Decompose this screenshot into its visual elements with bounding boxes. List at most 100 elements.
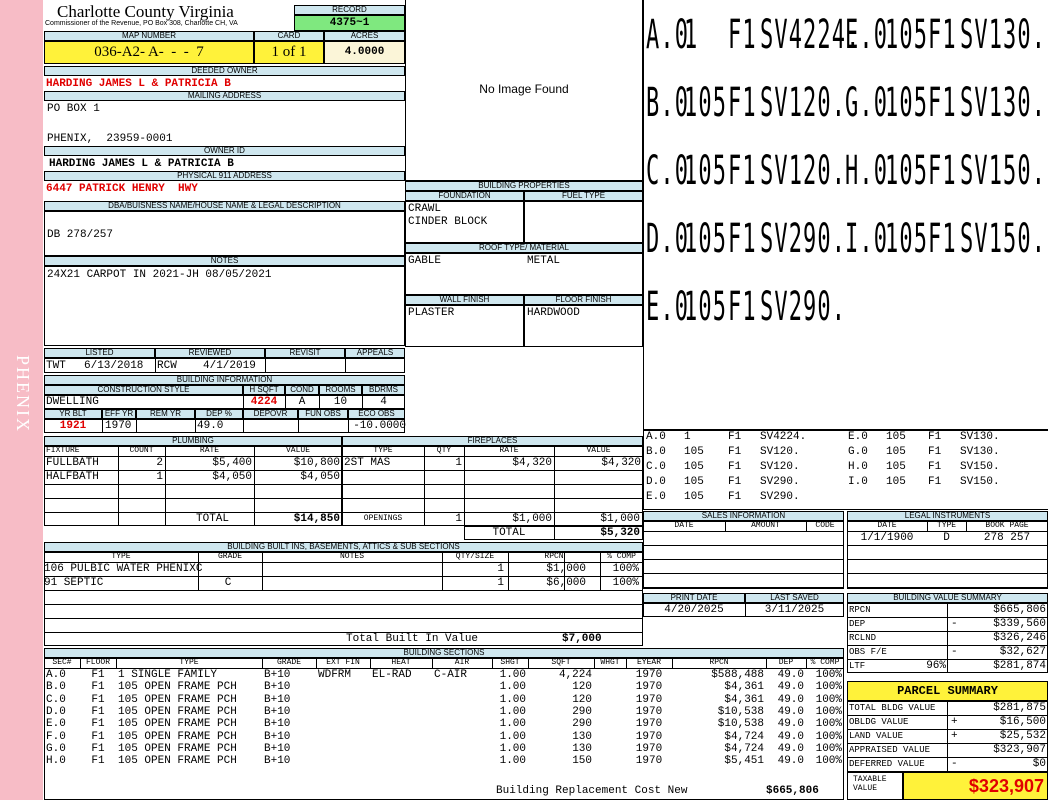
section-cell: 49.0 bbox=[777, 718, 804, 731]
building-sections-label: BUILDING SECTIONS bbox=[44, 648, 844, 658]
section-cell: $5,451 bbox=[724, 755, 764, 768]
plumbing-total: $14,850 bbox=[293, 513, 340, 525]
listed-date: 6/13/2018 bbox=[84, 360, 144, 372]
builtins-cell: 1 bbox=[497, 563, 504, 575]
builtins-label: BUILDING BUILT INS, BASEMENTS, ATTICS & … bbox=[44, 542, 643, 552]
reviewed-by: RCW bbox=[157, 360, 177, 372]
section-cell: 1.00 bbox=[499, 693, 526, 706]
section-cell: $588,488 bbox=[711, 669, 764, 681]
taxable-value: $323,907 bbox=[903, 772, 1048, 800]
sketch-label: SV290. bbox=[760, 284, 847, 330]
openings-qty: 1 bbox=[455, 513, 462, 525]
legal-cell: D bbox=[943, 532, 950, 544]
section-header: WHGT bbox=[600, 658, 620, 667]
section-cell: 1970 bbox=[635, 705, 663, 718]
bvs-label: RCLND bbox=[849, 633, 877, 643]
bvs-value: $339,560 bbox=[993, 618, 1046, 630]
sketch-label: G.0 bbox=[845, 80, 889, 126]
roof-material: METAL bbox=[527, 255, 561, 267]
plumbing-label: PLUMBING bbox=[44, 436, 342, 446]
reviewed-date: 4/1/2019 bbox=[203, 360, 256, 372]
fireplace-cell: 2ST MAS bbox=[344, 457, 391, 469]
section-cell: 1970 bbox=[635, 742, 663, 755]
sketch-legend-item: H.0 bbox=[848, 461, 868, 473]
sketch-legend-item: I.0 bbox=[848, 476, 868, 488]
section-header: FLOOR bbox=[85, 658, 110, 667]
listed-by: TWT bbox=[46, 360, 66, 372]
section-cell: 130 bbox=[572, 742, 592, 755]
section-cell: 100% bbox=[815, 681, 842, 694]
notes-label: NOTES bbox=[44, 256, 405, 266]
effective-year: 1970 bbox=[105, 420, 132, 432]
sales-header: DATE bbox=[674, 521, 694, 530]
section-cell: B.0 bbox=[46, 681, 66, 694]
rooms-label: ROOMS bbox=[319, 385, 362, 395]
section-header: EYEAR bbox=[636, 658, 661, 667]
section-cell: $4,361 bbox=[724, 681, 764, 694]
section-cell: C.0 bbox=[46, 693, 66, 706]
section-cell: D.0 bbox=[46, 705, 66, 718]
plumbing-cell: HALFBATH bbox=[46, 471, 99, 483]
floor-finish: HARDWOOD bbox=[527, 307, 580, 319]
parcel-value: $323,907 bbox=[993, 744, 1046, 756]
funobs-label: FUN OBS bbox=[298, 409, 348, 419]
section-cell: 1.00 bbox=[499, 755, 526, 768]
section-cell: 105 OPEN FRAME PCH bbox=[118, 681, 237, 694]
sketch-label: 105 bbox=[684, 284, 728, 330]
hsqft: 4224 bbox=[250, 396, 278, 408]
sketch-label: 105 bbox=[684, 80, 728, 126]
section-cell: F1 bbox=[91, 742, 105, 755]
plumbing-cell: $10,800 bbox=[293, 457, 340, 469]
remyr-label: REM YR bbox=[136, 409, 195, 419]
section-cell: 105 OPEN FRAME PCH bbox=[118, 742, 237, 755]
print-date-label: PRINT DATE bbox=[643, 593, 745, 603]
physical-address-label: PHYSICAL 911 ADDRESS bbox=[44, 171, 405, 181]
sketch-legend-item: 105 bbox=[886, 476, 906, 488]
card-label: CARD bbox=[254, 31, 324, 41]
sketch-legend-item: SV4224. bbox=[760, 431, 807, 443]
floor-finish-label: FLOOR FINISH bbox=[524, 295, 643, 305]
sketch-legend-item: G.0 bbox=[848, 446, 868, 458]
section-cell: B+10 bbox=[264, 755, 291, 768]
bvs-label: DEP bbox=[849, 619, 866, 629]
county-title: Charlotte County Virginia bbox=[57, 2, 234, 21]
cond: A bbox=[298, 396, 306, 408]
fireplace-header: TYPE bbox=[373, 446, 393, 455]
builtins-total-label: Total Built In Value bbox=[346, 633, 479, 645]
rooms: 10 bbox=[333, 396, 348, 408]
section-cell: 1.00 bbox=[499, 742, 526, 755]
section-cell: F1 bbox=[91, 705, 105, 718]
plumbing-cell: $4,050 bbox=[212, 471, 252, 483]
section-cell: 1970 bbox=[635, 730, 663, 743]
sketch-label: H.0 bbox=[845, 148, 889, 194]
section-cell: 120 bbox=[572, 693, 592, 706]
sales-header: CODE bbox=[815, 521, 835, 530]
openings-label: OPENINGS bbox=[363, 514, 403, 523]
fireplace-header: VALUE bbox=[586, 446, 611, 455]
section-cell: 49.0 bbox=[777, 669, 804, 681]
section-header: % COMP bbox=[810, 658, 840, 667]
legal-header: DATE bbox=[877, 521, 897, 530]
cond-label: COND bbox=[285, 385, 319, 395]
sketch-label: 105 bbox=[684, 148, 728, 194]
sketch-legend-item: F1 bbox=[728, 476, 742, 488]
sections-total-label: Building Replacement Cost New bbox=[496, 785, 688, 797]
section-cell: $4,724 bbox=[724, 730, 764, 743]
bvs-value: $665,806 bbox=[993, 604, 1046, 616]
sketch-legend-item: SV120. bbox=[760, 446, 800, 458]
bdrms-label: BDRMS bbox=[362, 385, 405, 395]
section-cell: 120 bbox=[572, 681, 592, 694]
appeals-label: APPEALS bbox=[345, 348, 405, 358]
plumbing-header: COUNT bbox=[129, 446, 154, 455]
parcel-label: DEFERRED VALUE bbox=[849, 759, 925, 769]
bdrms: 4 bbox=[380, 396, 387, 408]
section-cell: 1.00 bbox=[499, 705, 526, 718]
sidebar-label: PHENIX bbox=[13, 355, 33, 433]
section-cell: 130 bbox=[572, 730, 592, 743]
sketch-label: I.0 bbox=[845, 216, 889, 262]
sketch-legend-item: 105 bbox=[886, 446, 906, 458]
section-cell: H.0 bbox=[46, 755, 66, 768]
sketch-legend-item: F1 bbox=[728, 461, 742, 473]
sketch-label: E.0 bbox=[646, 284, 690, 330]
builtins-header: RPCN bbox=[544, 552, 564, 561]
